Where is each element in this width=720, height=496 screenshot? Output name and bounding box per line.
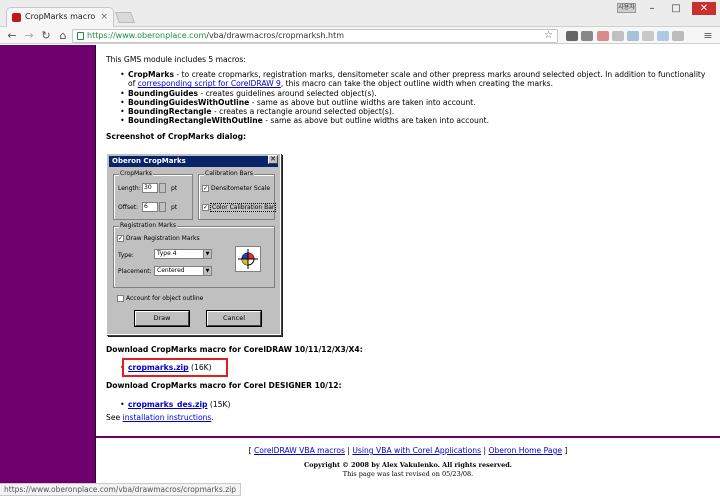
user-profile-button[interactable]: 사용자: [617, 3, 636, 13]
download-heading-designer: Download CropMarks macro for Corel DESIG…: [106, 381, 342, 391]
footer-nav: [ CorelDRAW VBA macros | Using VBA with …: [248, 446, 568, 455]
cancel-button: Cancel: [207, 311, 261, 326]
translate-icon[interactable]: [566, 31, 578, 41]
site-favicon-icon: [12, 13, 21, 22]
offset-input: 6: [142, 202, 158, 212]
list-item: CropMarks - to create cropmarks, registr…: [106, 70, 706, 88]
draw-registration-checkbox: ✓: [117, 235, 124, 242]
calibration-group: Calibration Bars: [198, 170, 275, 220]
minimize-button[interactable]: –: [641, 2, 663, 15]
installation-note: See installation instructions.: [106, 412, 214, 422]
footer-link-using-vba[interactable]: Using VBA with Corel Applications: [352, 446, 481, 455]
macro-list: CropMarks - to create cropmarks, registr…: [106, 70, 706, 125]
secure-lock-icon: [77, 32, 84, 40]
offset-label: Offset:: [118, 204, 139, 211]
list-item: BoundingGuides - creates guidelines arou…: [106, 89, 706, 98]
extension-icon[interactable]: [672, 31, 684, 41]
copyright-text: Copyright © 2008 by Alex Vakulenko. All …: [303, 461, 513, 469]
densitometer-label: Densitometer Scale: [211, 185, 271, 192]
back-arrow-icon[interactable]: ←: [4, 27, 20, 44]
extension-icon[interactable]: [657, 31, 669, 41]
dialog-title: Oberon CropMarks: [109, 156, 278, 167]
list-item: BoundingRectangleWithOutline - same as a…: [106, 116, 706, 125]
status-bar: https://www.oberonplace.com/vba/drawmacr…: [0, 483, 720, 496]
browser-tab[interactable]: CropMarks macro ×: [6, 7, 114, 27]
length-label: Length:: [118, 185, 141, 192]
length-input: 30: [142, 183, 158, 193]
browser-toolbar: ← → ↻ ⌂ https://www.oberonplace.com/vba/…: [0, 27, 720, 44]
browser-tab-strip: CropMarks macro × 사용자 – □ ✕: [0, 0, 720, 27]
draw-registration-label: Draw Registration Marks: [126, 235, 200, 242]
url-text: https://www.oberonplace.com/vba/drawmacr…: [87, 31, 345, 40]
download-highlight-box: [122, 358, 228, 377]
account-outline-checkbox: [117, 295, 124, 302]
footer-link-vba-macros[interactable]: CorelDRAW VBA macros: [254, 446, 345, 455]
placement-select: Centered ▼: [154, 266, 212, 276]
list-item: BoundingRectangle - creates a rectangle …: [106, 107, 706, 116]
cropmarks-group: CropMarks: [113, 170, 193, 220]
list-item: cropmarks_des.zip (15K): [106, 400, 706, 409]
forward-arrow-icon[interactable]: →: [21, 27, 37, 44]
address-bar[interactable]: https://www.oberonplace.com/vba/drawmacr…: [72, 29, 558, 43]
status-url: https://www.oberonplace.com/vba/drawmacr…: [0, 483, 241, 496]
download-list-designer: cropmarks_des.zip (15K): [106, 400, 706, 409]
length-spinner: [159, 183, 166, 193]
registration-preview: [235, 246, 261, 272]
type-select: Type 4 ▼: [154, 249, 212, 259]
type-label: Type:: [118, 252, 134, 259]
extension-icon[interactable]: [597, 31, 609, 41]
dialog-close-icon: ✕: [268, 155, 278, 164]
installation-instructions-link[interactable]: installation instructions: [123, 413, 212, 422]
maximize-button[interactable]: □: [665, 2, 687, 15]
registration-mark-icon: [238, 249, 258, 269]
offset-spinner: [159, 202, 166, 212]
home-icon[interactable]: ⌂: [55, 27, 71, 44]
web-page: This GMS module includes 5 macros: CropM…: [0, 45, 720, 483]
cropmarks-des-zip-link[interactable]: cropmarks_des.zip: [128, 400, 208, 409]
extension-icon[interactable]: [612, 31, 624, 41]
cropmarks-dialog-screenshot: Oberon CropMarks ✕ CropMarks Length: 30 …: [106, 153, 281, 335]
close-window-button[interactable]: ✕: [692, 2, 716, 15]
densitometer-checkbox: ✓: [202, 185, 209, 192]
corel9-script-link[interactable]: corresponding script for CorelDRAW 9: [138, 79, 281, 88]
account-outline-label: Account for object outline: [126, 295, 204, 302]
extension-icon[interactable]: [642, 31, 654, 41]
footer-link-home[interactable]: Oberon Home Page: [488, 446, 562, 455]
color-bar-checkbox: ✓: [202, 204, 209, 211]
draw-button: Draw: [135, 311, 189, 326]
reload-icon[interactable]: ↻: [38, 27, 54, 44]
main-content: This GMS module includes 5 macros: CropM…: [106, 55, 706, 142]
download-section: Download CropMarks macro for CorelDRAW 1…: [106, 345, 706, 422]
tab-close-icon[interactable]: ×: [100, 8, 108, 26]
revised-text: This page was last revised on 05/23/08.: [342, 470, 474, 478]
footer-divider: [96, 436, 720, 438]
length-unit: pt: [171, 185, 178, 192]
screenshot-heading: Screenshot of CropMarks dialog:: [106, 132, 247, 142]
sidebar-panel: [0, 45, 96, 483]
intro-text: This GMS module includes 5 macros:: [106, 55, 246, 64]
tab-title: CropMarks macro: [25, 12, 96, 21]
offset-unit: pt: [171, 204, 178, 211]
new-tab-button[interactable]: [114, 12, 136, 23]
placement-label: Placement:: [118, 268, 152, 275]
download-heading-coreldraw: Download CropMarks macro for CorelDRAW 1…: [106, 345, 363, 354]
color-bar-label: Color Calibration Bar: [210, 203, 277, 212]
list-item: BoundingGuidesWithOutline - same as abov…: [106, 98, 706, 107]
menu-icon[interactable]: ≡: [700, 27, 716, 44]
bookmark-star-icon[interactable]: ☆: [544, 30, 553, 42]
extension-icon[interactable]: [627, 31, 639, 41]
extension-icon[interactable]: [581, 31, 593, 41]
